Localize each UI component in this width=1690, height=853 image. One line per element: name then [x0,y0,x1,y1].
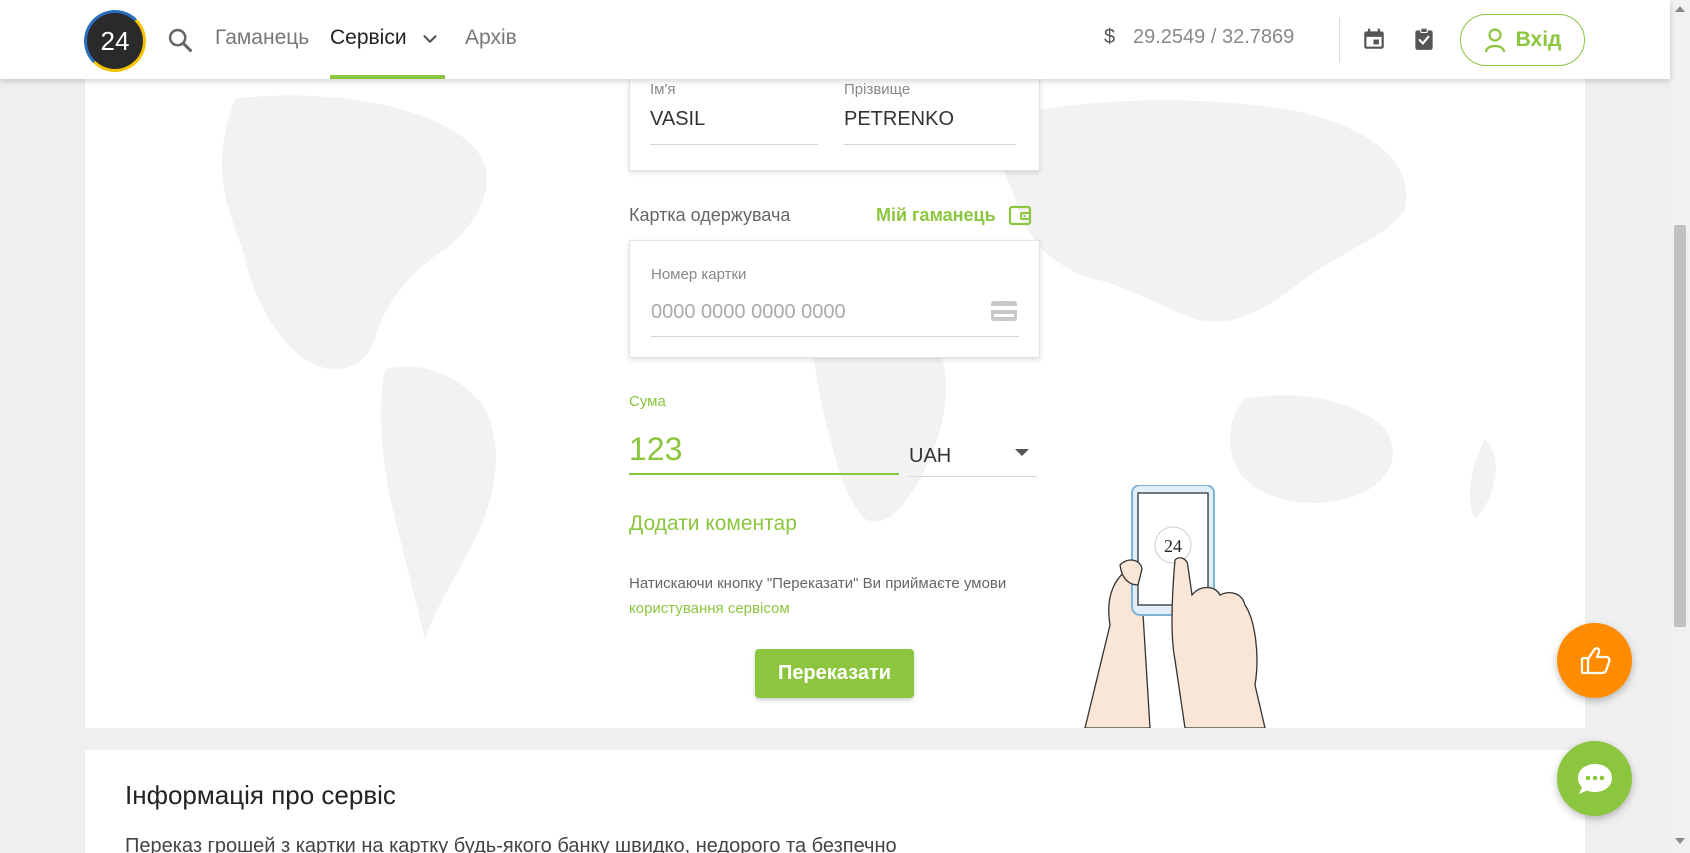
first-name-underline [650,144,818,145]
info-title: Інформація про сервіс [125,780,396,810]
logo[interactable]: 24 [84,10,146,72]
login-label: Вхід [1515,28,1562,51]
card-number-underline [651,336,1019,337]
name-fields-box: Ім'я VASIL Прізвище PETRENKO [629,79,1040,171]
caret-down-icon [1015,449,1029,456]
world-map-background [222,95,1496,639]
login-button[interactable]: Вхід [1460,14,1585,66]
info-section: Інформація про сервіс Переказ грошей з к… [85,750,1585,853]
search-icon[interactable] [166,26,194,54]
transfer-card: Ім'я VASIL Прізвище PETRENKO Картка одер… [85,79,1585,728]
logo-text: 24 [100,25,130,56]
terms-link[interactable]: користування сервісом [629,600,790,617]
currency-value: UAH [909,445,952,467]
thumbs-up-icon [1580,646,1610,674]
nav-wallet[interactable]: Гаманець [215,26,309,50]
first-name-field[interactable]: VASIL [650,108,705,131]
scroll-down-icon[interactable] [1675,838,1685,844]
scroll-up-icon[interactable] [1675,6,1685,12]
amount-label: Сума [629,393,666,410]
phone-hand-illustration: 24 [1084,485,1266,728]
card-number-label: Номер картки [651,266,747,283]
active-nav-indicator [330,75,445,79]
terms-prefix: Натискаючи кнопку "Переказати" Ви прийма… [629,575,1007,592]
header: 24 Гаманець Сервіси Архів $ 29.2549 / 32… [0,0,1670,79]
clipboard-check-icon[interactable] [1411,26,1437,52]
card-number-input[interactable] [651,296,971,328]
card-number-box: Номер картки [629,240,1040,358]
my-wallet-label: Мій гаманець [876,204,996,225]
feedback-button[interactable] [1557,623,1632,698]
currency-select[interactable]: UAH [909,437,1037,477]
nav-services[interactable]: Сервіси [330,26,407,50]
first-name-label: Ім'я [650,81,676,98]
header-divider [1339,18,1340,62]
my-wallet-link[interactable]: Мій гаманець [876,204,1032,226]
info-text: Переказ грошей з картки на картку будь-я… [125,835,897,853]
chat-button[interactable] [1557,741,1632,816]
last-name-label: Прізвище [844,81,911,98]
terms-text: Натискаючи кнопку "Переказати" Ви прийма… [629,571,1009,621]
recipient-card-title: Картка одержувача [629,205,791,225]
wallet-icon [1008,205,1031,226]
chevron-down-icon[interactable] [419,28,441,50]
exchange-rate: 29.2549 / 32.7869 [1133,26,1295,48]
transfer-button-label: Переказати [777,662,892,684]
phone-badge: 24 [1164,536,1182,556]
calendar-icon[interactable] [1361,26,1387,52]
add-comment-link[interactable]: Додати коментар [629,512,797,536]
page-scrollbar[interactable] [1670,0,1690,853]
transfer-button[interactable]: Переказати [755,649,914,698]
credit-card-icon [991,301,1017,321]
last-name-underline [844,144,1016,145]
amount-input[interactable] [629,425,899,475]
nav-archive[interactable]: Архів [465,26,517,50]
user-icon [1484,28,1505,53]
rate-currency: $ [1104,26,1116,48]
scrollbar-thumb[interactable] [1674,225,1686,627]
last-name-field[interactable]: PETRENKO [844,108,954,131]
chat-icon [1577,763,1612,794]
